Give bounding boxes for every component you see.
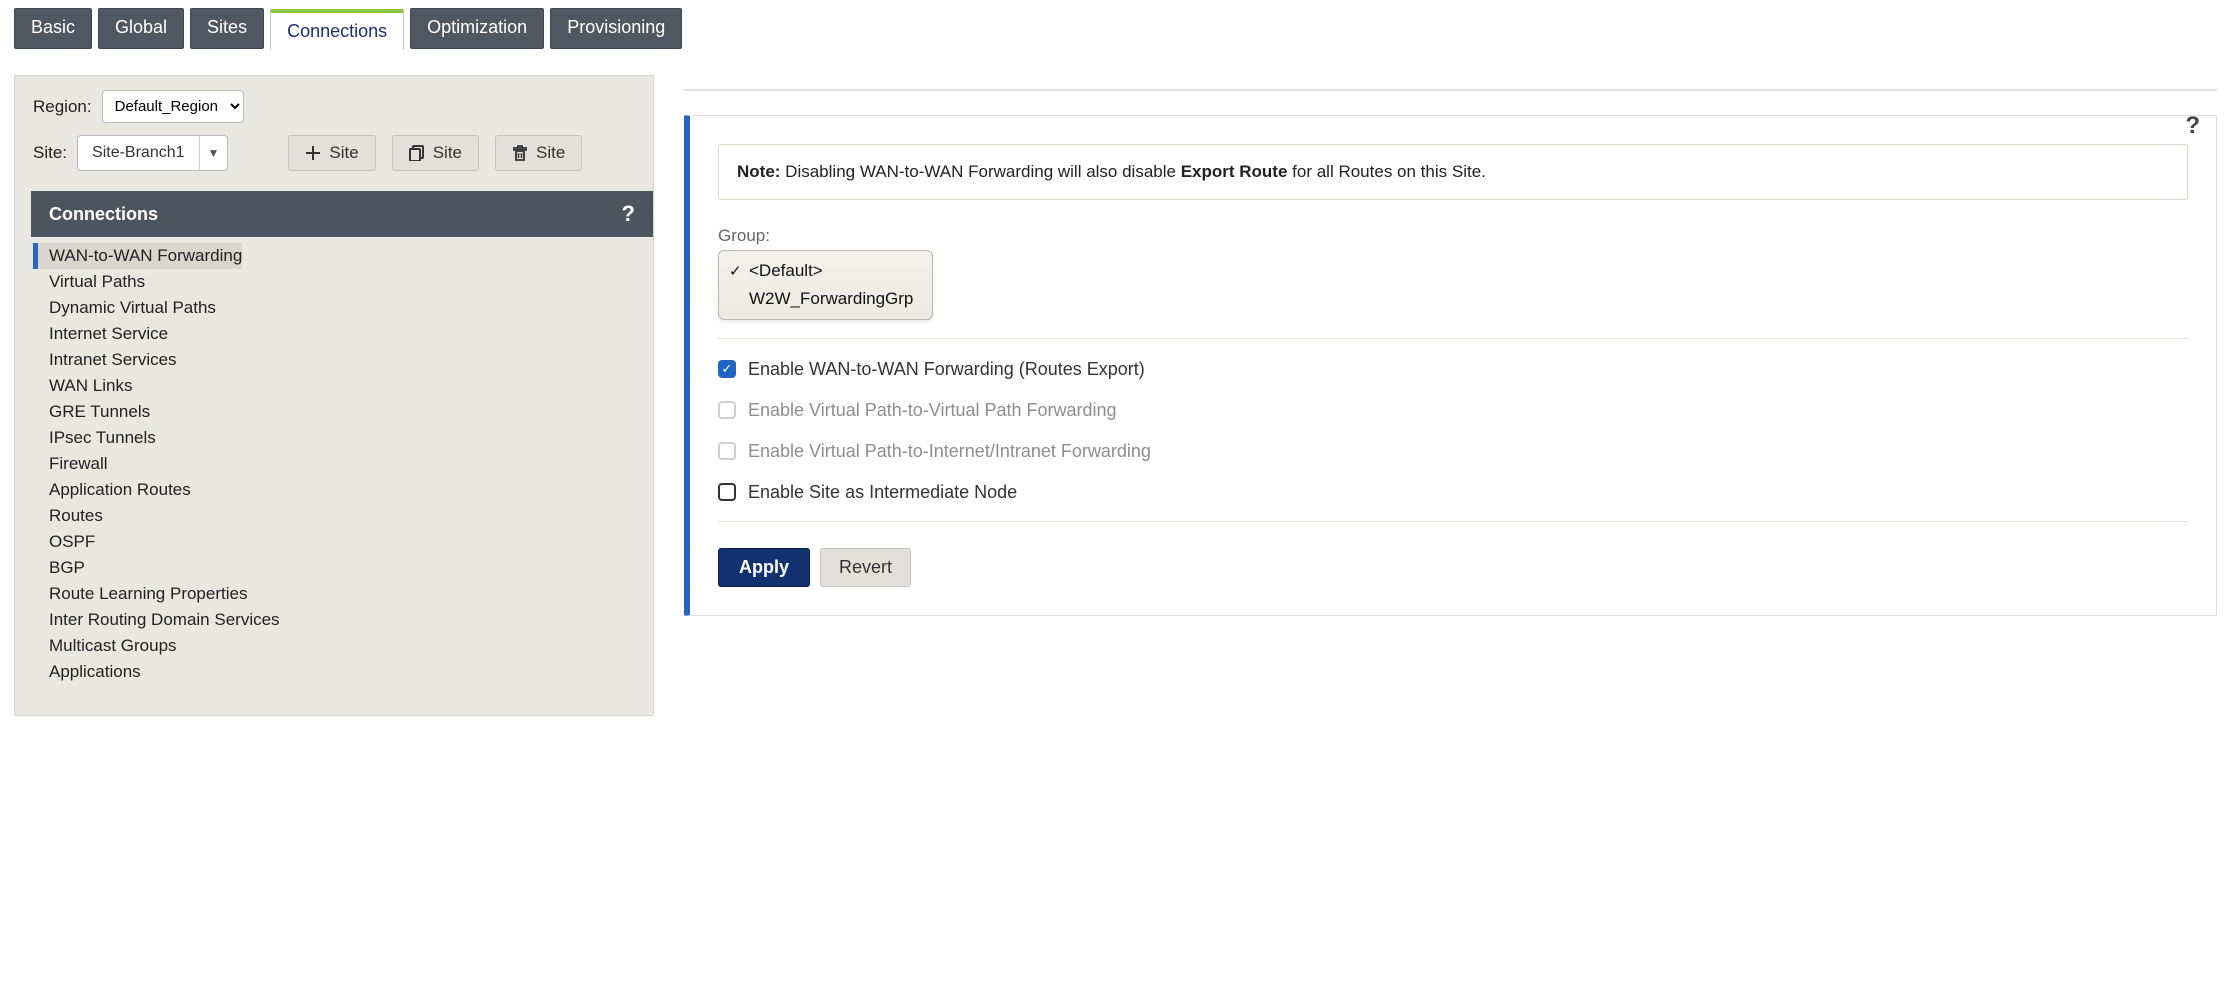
tab-connections[interactable]: Connections: [270, 9, 404, 50]
tree-item-application-routes[interactable]: Application Routes: [49, 477, 653, 503]
checkbox-row-enable-w2w[interactable]: ✓ Enable WAN-to-WAN Forwarding (Routes E…: [718, 339, 2188, 380]
checkbox-label: Enable Virtual Path-to-Virtual Path Forw…: [748, 400, 1117, 421]
checkbox-row-intermediate-node[interactable]: Enable Site as Intermediate Node: [718, 462, 2188, 503]
tree-item-multicast-groups[interactable]: Multicast Groups: [49, 633, 653, 659]
divider: [718, 521, 2188, 522]
help-icon[interactable]: ?: [2185, 112, 2200, 140]
checkbox-label: Enable WAN-to-WAN Forwarding (Routes Exp…: [748, 359, 1145, 380]
note-bold-2: Export Route: [1181, 162, 1288, 181]
add-site-button[interactable]: Site: [288, 135, 375, 171]
tree-item-virtual-paths[interactable]: Virtual Paths: [49, 269, 653, 295]
tab-optimization[interactable]: Optimization: [410, 8, 544, 49]
plus-icon: [305, 145, 321, 161]
site-select[interactable]: Site-Branch1 ▼: [77, 135, 228, 171]
tree-item-gre-tunnels[interactable]: GRE Tunnels: [49, 399, 653, 425]
delete-site-label: Site: [536, 143, 565, 163]
section-title: Connections: [49, 204, 158, 225]
clone-site-button[interactable]: Site: [392, 135, 479, 171]
tree-item-dynamic-virtual-paths[interactable]: Dynamic Virtual Paths: [49, 295, 653, 321]
checkbox-vp-to-internet: [718, 442, 736, 460]
tree-item-internet-service[interactable]: Internet Service: [49, 321, 653, 347]
top-divider: [684, 89, 2217, 91]
tree-item-route-learning[interactable]: Route Learning Properties: [49, 581, 653, 607]
tree-item-inter-routing-domain[interactable]: Inter Routing Domain Services: [49, 607, 653, 633]
section-header-connections: Connections ?: [31, 191, 653, 237]
trash-icon: [512, 145, 528, 161]
region-select[interactable]: Default_Region: [102, 90, 244, 123]
tab-sites[interactable]: Sites: [190, 8, 264, 49]
group-option-default[interactable]: ✓ <Default>: [719, 257, 932, 285]
group-label: Group:: [718, 226, 2188, 246]
note-text-2: for all Routes on this Site.: [1287, 162, 1485, 181]
tree-item-routes[interactable]: Routes: [49, 503, 653, 529]
checkbox-row-vp-to-internet: Enable Virtual Path-to-Internet/Intranet…: [718, 421, 2188, 462]
tree-item-applications[interactable]: Applications: [49, 659, 653, 685]
group-option-label: <Default>: [749, 261, 823, 280]
note-text-1: Disabling WAN-to-WAN Forwarding will als…: [780, 162, 1180, 181]
tree-item-intranet-services[interactable]: Intranet Services: [49, 347, 653, 373]
site-select-value: Site-Branch1: [78, 144, 199, 162]
checkbox-label: Enable Virtual Path-to-Internet/Intranet…: [748, 441, 1151, 462]
clone-site-label: Site: [433, 143, 462, 163]
revert-button[interactable]: Revert: [820, 548, 911, 587]
tab-global[interactable]: Global: [98, 8, 184, 49]
note-bold: Note:: [737, 162, 780, 181]
tree-item-wan-links[interactable]: WAN Links: [49, 373, 653, 399]
right-panel: ? Note: Disabling WAN-to-WAN Forwarding …: [684, 75, 2217, 616]
tree-item-ospf[interactable]: OSPF: [49, 529, 653, 555]
checkbox-enable-w2w[interactable]: ✓: [718, 360, 736, 378]
apply-button[interactable]: Apply: [718, 548, 810, 587]
connections-tree: WAN-to-WAN Forwarding Virtual Paths Dyna…: [15, 243, 653, 685]
help-icon[interactable]: ?: [622, 201, 635, 227]
settings-card: ? Note: Disabling WAN-to-WAN Forwarding …: [684, 115, 2217, 616]
tree-item-firewall[interactable]: Firewall: [49, 451, 653, 477]
tab-provisioning[interactable]: Provisioning: [550, 8, 682, 49]
delete-site-button[interactable]: Site: [495, 135, 582, 171]
tree-item-ipsec-tunnels[interactable]: IPsec Tunnels: [49, 425, 653, 451]
tree-item-bgp[interactable]: BGP: [49, 555, 653, 581]
group-option-w2w[interactable]: W2W_ForwardingGrp: [719, 285, 932, 313]
checkbox-row-vp-to-vp: Enable Virtual Path-to-Virtual Path Forw…: [718, 380, 2188, 421]
chevron-down-icon[interactable]: ▼: [199, 136, 228, 170]
site-label: Site:: [33, 143, 67, 163]
top-tabs: Basic Global Sites Connections Optimizat…: [0, 0, 2231, 49]
checkbox-vp-to-vp: [718, 401, 736, 419]
copy-icon: [409, 145, 425, 161]
tree-item-wan-to-wan[interactable]: WAN-to-WAN Forwarding: [33, 243, 242, 269]
group-option-label: W2W_ForwardingGrp: [749, 289, 913, 308]
check-icon: ✓: [729, 262, 742, 280]
note-box: Note: Disabling WAN-to-WAN Forwarding wi…: [718, 144, 2188, 200]
left-panel: Region: Default_Region Site: Site-Branch…: [14, 75, 654, 716]
add-site-label: Site: [329, 143, 358, 163]
checkbox-intermediate-node[interactable]: [718, 483, 736, 501]
tab-basic[interactable]: Basic: [14, 8, 92, 49]
checkbox-label: Enable Site as Intermediate Node: [748, 482, 1017, 503]
group-dropdown[interactable]: ✓ <Default> W2W_ForwardingGrp: [718, 250, 933, 320]
region-label: Region:: [33, 97, 92, 117]
